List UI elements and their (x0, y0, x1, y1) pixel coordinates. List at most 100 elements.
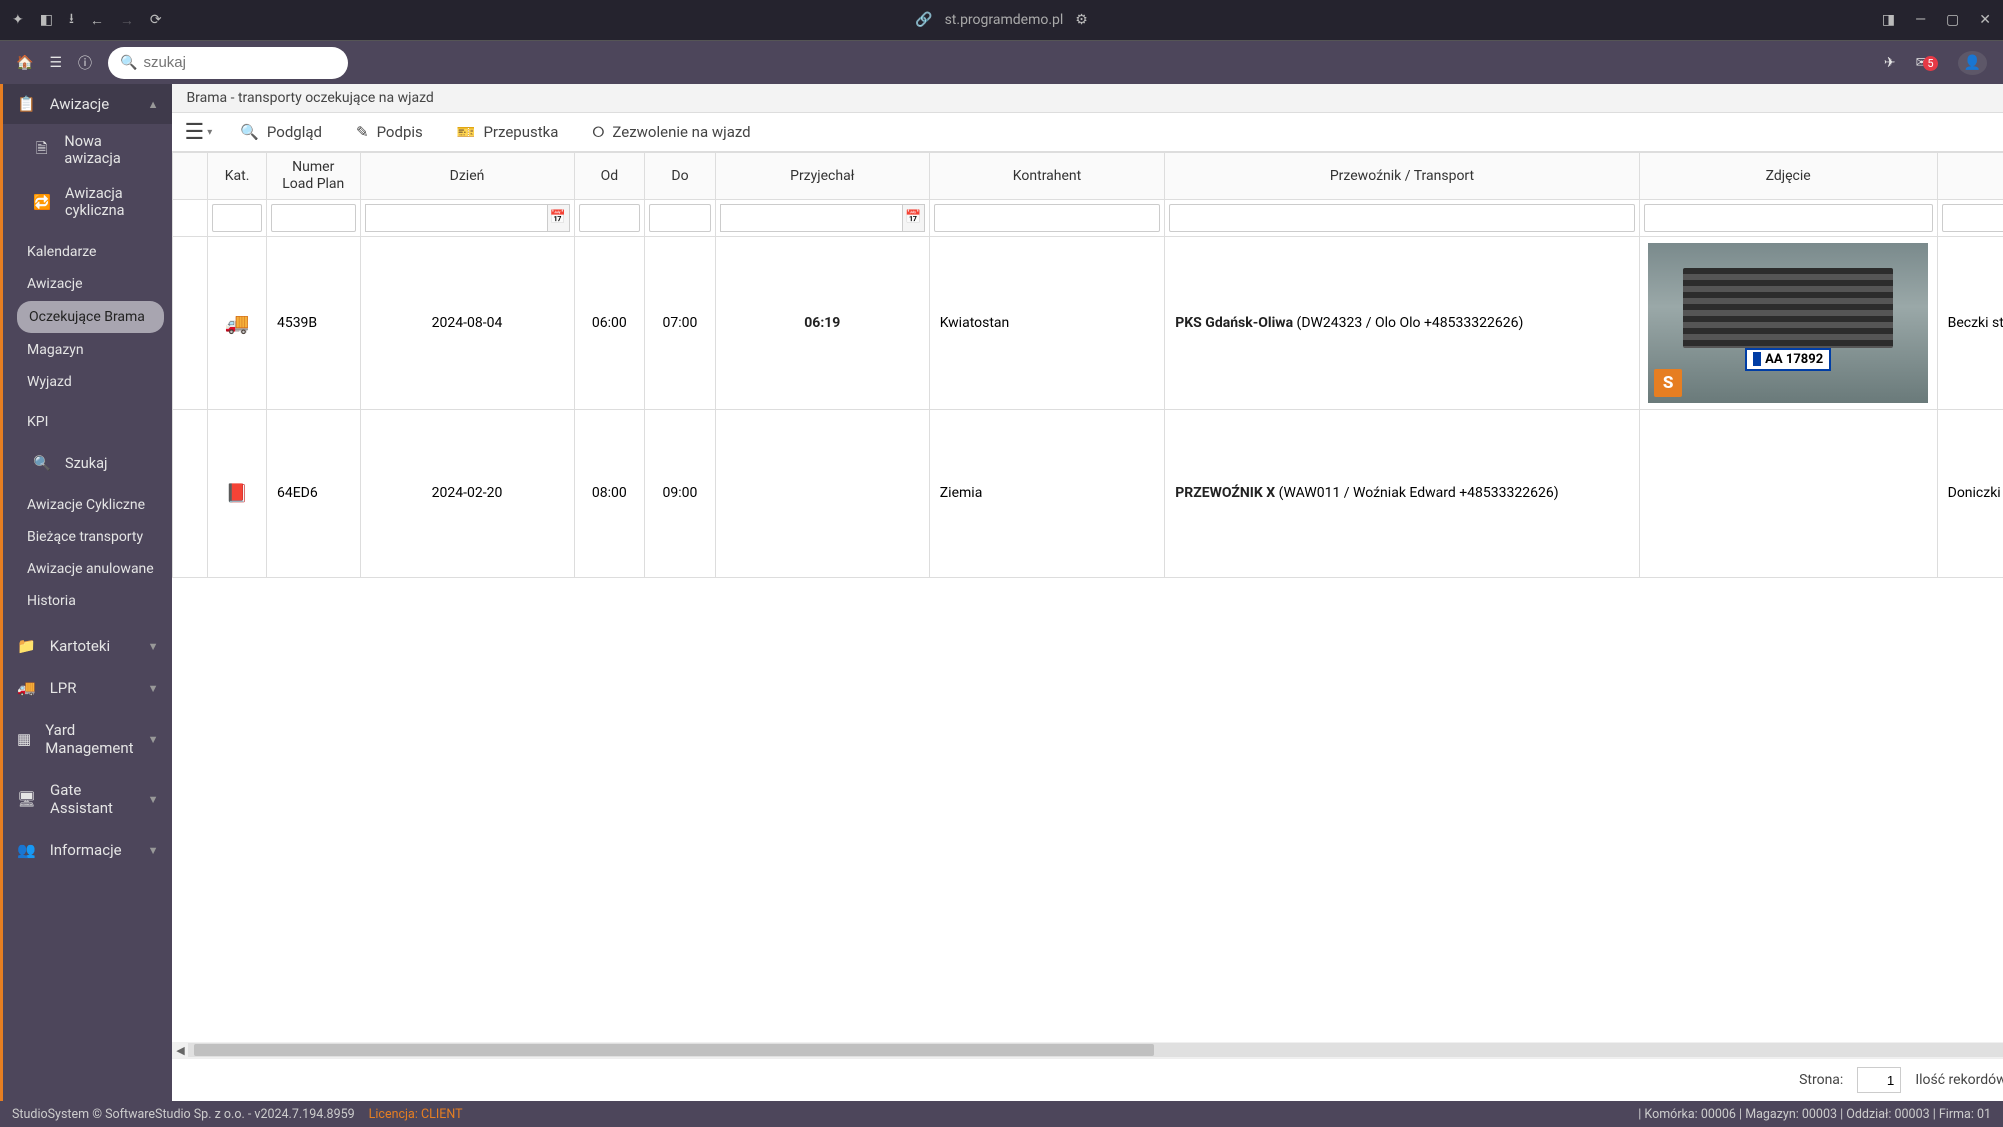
download-icon[interactable]: ⭳ (69, 8, 74, 32)
sidebar-sub-oczekujace-brama[interactable]: Oczekujące Brama (17, 301, 164, 333)
cell-numer: 4539B (266, 236, 360, 409)
sidebar-sub-historia[interactable]: Historia (3, 585, 172, 617)
col-od[interactable]: Od (574, 153, 645, 200)
sidebar-item-label: LPR (50, 679, 77, 697)
sidebar-item-szukaj[interactable]: 🔍 Szukaj (3, 446, 172, 481)
scroll-thumb[interactable] (194, 1044, 1154, 1056)
cell-expand[interactable] (173, 236, 208, 409)
sidebar-section-gate-assistant[interactable]: 🖥 Gate Assistant ▼ (3, 769, 172, 829)
sidebar-sub-biezace-transporty[interactable]: Bieżące transporty (3, 521, 172, 553)
col-goods[interactable] (1937, 153, 2003, 200)
cell-kontrahent: Ziemia (929, 409, 1164, 577)
col-do[interactable]: Do (645, 153, 716, 200)
sidebar-sub-kalendarze[interactable]: Kalendarze (3, 236, 172, 268)
grid-icon: ▦ (17, 730, 31, 748)
mail-icon[interactable]: ✉5 (1916, 55, 1938, 71)
col-przewoznik[interactable]: Przewoźnik / Transport (1165, 153, 1639, 200)
filter-dzien[interactable] (365, 204, 548, 232)
cell-expand[interactable] (173, 409, 208, 577)
close-window-icon[interactable]: ✕ (1979, 12, 1991, 28)
sidebar-sub-awizacje-anulowane[interactable]: Awizacje anulowane (3, 553, 172, 585)
calendar-icon[interactable]: 📅 (903, 204, 925, 232)
refresh-icon[interactable]: ⟳ (150, 12, 162, 28)
truck-icon: 🚚 (17, 679, 36, 697)
col-numer[interactable]: Numer Load Plan (266, 153, 360, 200)
cycle-icon: 🔁 (33, 194, 51, 211)
badge-icon: 🎫 (457, 123, 476, 141)
license-plate: AA 17892 (1745, 348, 1831, 371)
desk-icon: 🖥 (17, 790, 36, 808)
sidebar-item-nowa-awizacja[interactable]: 🗎 Nowa awizacja (3, 124, 172, 176)
back-icon[interactable]: ← (90, 12, 104, 29)
url-text[interactable]: st.programdemo.pl (945, 12, 1064, 28)
cell-zdjecie (1639, 409, 1937, 577)
zezwolenie-button[interactable]: ⭘ Zezwolenie na wjazd (586, 119, 756, 145)
col-dzien[interactable]: Dzień (360, 153, 574, 200)
forward-icon[interactable]: → (120, 12, 134, 29)
table-row[interactable]: 📕64ED62024-02-2008:0009:00ZiemiaPRZEWOŹN… (173, 409, 2003, 577)
col-kat[interactable]: Kat. (208, 153, 267, 200)
shield-icon[interactable]: ✦ (12, 12, 24, 28)
sidebar-section-informacje[interactable]: 👥 Informacje ▼ (3, 829, 172, 871)
sidebar-section-lpr[interactable]: 🚚 LPR ▼ (3, 667, 172, 709)
col-przyjechal[interactable]: Przyjechał (715, 153, 929, 200)
eye-icon: 🔍 (240, 123, 259, 141)
scroll-left-icon[interactable]: ◀ (172, 1044, 188, 1057)
sidebar-sub-awizacje-cykliczne[interactable]: Awizacje Cykliczne (3, 489, 172, 521)
chevron-down-icon: ▼ (148, 793, 159, 806)
sidebar-sub-kpi[interactable]: KPI (3, 406, 172, 438)
table-row[interactable]: 🚚4539B2024-08-0406:0007:0006:19Kwiatosta… (173, 236, 2003, 409)
sidebar-sub-magazyn[interactable]: Magazyn (3, 334, 172, 366)
global-search-input[interactable] (143, 54, 336, 71)
cell-do: 07:00 (645, 236, 716, 409)
col-kontrahent[interactable]: Kontrahent (929, 153, 1164, 200)
minimize-icon[interactable]: — (1915, 12, 1926, 28)
menu-button[interactable]: ☰ ▾ (184, 120, 212, 145)
home-icon[interactable]: 🏠 (16, 55, 33, 71)
calendar-red-icon: 📕 (226, 483, 248, 504)
sidebar-toggle-icon[interactable]: ◧ (40, 12, 53, 28)
user-avatar-icon[interactable]: 👤 (1958, 51, 1987, 75)
sidebar-section-kartoteki[interactable]: 📁 Kartoteki ▼ (3, 625, 172, 667)
action-toolbar: ☰ ▾ 🔍 Podgląd ✎ Podpis 🎫 Przepustka ⭘ Ze… (172, 113, 2003, 152)
calendar-icon[interactable]: 📅 (548, 204, 570, 232)
app-toolbar: 🏠 ☰ ⓘ 🔍 ✈ ✉5 👤 (0, 40, 2003, 84)
sidebar-sub-awizacje[interactable]: Awizacje (3, 268, 172, 300)
filter-kontrahent[interactable] (934, 204, 1160, 232)
sidebar-section-yard-management[interactable]: ▦ Yard Management ▼ (3, 709, 172, 769)
check-circle-icon: ⭘ (592, 123, 604, 141)
filter-do[interactable] (649, 204, 711, 232)
footer-left: StudioSystem © SoftwareStudio Sp. z o.o.… (12, 1107, 355, 1122)
filter-numer[interactable] (271, 204, 356, 232)
tune-icon[interactable]: ⚙ (1075, 12, 1088, 28)
podpis-button[interactable]: ✎ Podpis (350, 119, 429, 145)
sidebar-item-label: Gate Assistant (50, 781, 134, 817)
hamburger-icon: ☰ (184, 120, 204, 145)
action-label: Podpis (377, 123, 423, 141)
plane-icon[interactable]: ✈ (1884, 55, 1896, 71)
panel-icon[interactable]: ◨ (1882, 12, 1895, 28)
list-toggle-icon[interactable]: ☰ (49, 55, 62, 71)
przepustka-button[interactable]: 🎫 Przepustka (451, 119, 565, 145)
global-search[interactable]: 🔍 (108, 47, 348, 79)
col-expand[interactable] (173, 153, 208, 200)
filter-przewoznik[interactable] (1169, 204, 1634, 232)
podglad-button[interactable]: 🔍 Podgląd (234, 119, 328, 145)
filter-goods[interactable] (1942, 204, 2003, 232)
filter-kat[interactable] (212, 204, 262, 232)
filter-przyjechal[interactable] (720, 204, 903, 232)
sidebar-section-awizacje[interactable]: 📋 Awizacje ▲ (3, 84, 172, 124)
table-container[interactable]: Kat. Numer Load Plan Dzień Od Do Przyjec… (172, 152, 2003, 1042)
horizontal-scrollbar[interactable]: ◀ ▶ (172, 1042, 2003, 1058)
truck-photo[interactable]: AA 17892S (1648, 243, 1928, 403)
filter-zdjecie[interactable] (1644, 204, 1933, 232)
info-icon[interactable]: ⓘ (78, 53, 92, 73)
maximize-icon[interactable]: ▢ (1946, 12, 1959, 28)
scroll-track[interactable] (188, 1043, 2003, 1057)
sidebar-item-awizacja-cykliczna[interactable]: 🔁 Awizacja cykliczna (3, 176, 172, 228)
col-zdjecie[interactable]: Zdjęcie (1639, 153, 1937, 200)
action-label: Przepustka (483, 123, 558, 141)
filter-od[interactable] (579, 204, 641, 232)
sidebar-sub-wyjazd[interactable]: Wyjazd (3, 366, 172, 398)
pager-strona-input[interactable] (1857, 1067, 1901, 1093)
